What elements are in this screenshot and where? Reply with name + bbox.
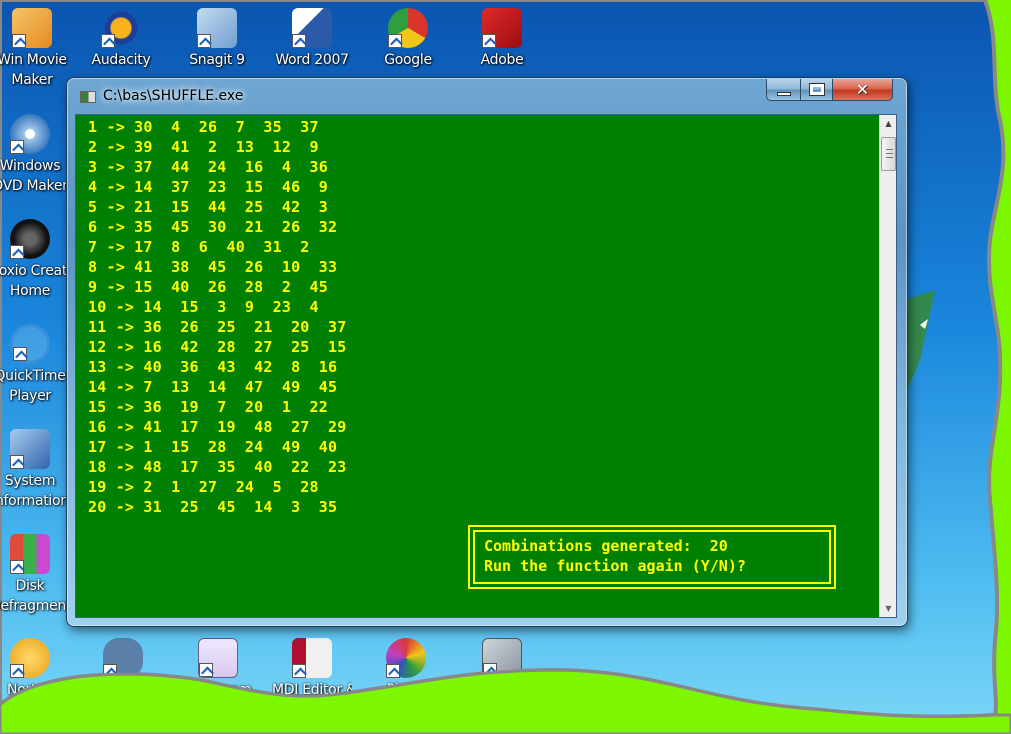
- desktop-icon-mdi-editor[interactable]: MDI Editor & Lotto WE: [272, 638, 352, 720]
- desktop-icon-system-information[interactable]: System Information: [0, 429, 70, 511]
- desktop-icon-disk-defragmenter[interactable]: Disk Defragmenter: [0, 534, 70, 616]
- combination-line: 17 -> 1 15 28 24 49 40: [88, 438, 338, 456]
- console-client-area: 1 -> 30 4 26 7 35 37 2 -> 39 41 2 13 12 9…: [75, 114, 897, 618]
- scroll-thumb[interactable]: [881, 137, 896, 171]
- minimize-button[interactable]: [766, 79, 801, 101]
- close-icon: ✕: [855, 80, 870, 99]
- dvd-maker-icon: [10, 114, 50, 154]
- desktop-icon-adobe[interactable]: Adobe: [462, 8, 542, 70]
- combination-line: 14 -> 7 13 14 47 49 45: [88, 378, 338, 396]
- combination-line: 18 -> 48 17 35 40 22 23: [88, 458, 347, 476]
- audacity-icon: [101, 8, 141, 48]
- mdi-editor-icon: [292, 638, 332, 678]
- window-title: C:\bas\SHUFFLE.exe: [103, 88, 244, 104]
- desktop-icon-quicktime[interactable]: QuickTime Player: [0, 324, 70, 406]
- combination-line: 10 -> 14 15 3 9 23 4: [88, 298, 319, 316]
- desktop-icon-photo-impression[interactable]: Photo Impression 5: [366, 638, 446, 720]
- movie-maker-icon: [12, 8, 52, 48]
- caption-buttons: ✕: [766, 79, 893, 103]
- vertical-scrollbar[interactable]: ▲ ▼: [879, 115, 896, 617]
- combination-line: 9 -> 15 40 26 28 2 45: [88, 278, 328, 296]
- desktop-icon-canon[interactable]: Canon: [462, 638, 542, 700]
- run-again-prompt: Run the function again (Y/N)?: [484, 557, 746, 575]
- combination-line: 4 -> 14 37 23 15 46 9: [88, 178, 328, 196]
- word-icon: [292, 8, 332, 48]
- close-button[interactable]: ✕: [833, 79, 893, 101]
- roxio-icon: [10, 219, 50, 259]
- combination-line: 11 -> 36 26 25 21 20 37: [88, 318, 347, 336]
- combination-line: 13 -> 40 36 43 42 8 16: [88, 358, 338, 376]
- photo-impression-icon: [386, 638, 426, 678]
- combination-line: 7 -> 17 8 6 40 31 2: [88, 238, 310, 256]
- chrome-icon: [388, 8, 428, 48]
- title-bar[interactable]: C:\bas\SHUFFLE.exe ✕: [67, 78, 907, 114]
- result-message-box: Combinations generated: 20 Run the funct…: [468, 525, 836, 589]
- desktop-icon-replacement[interactable]: Replacem: [178, 638, 258, 700]
- console-window: C:\bas\SHUFFLE.exe ✕ 1 -> 30 4 26 7 35 3…: [66, 77, 908, 627]
- scroll-up-arrow-icon[interactable]: ▲: [880, 115, 897, 132]
- desktop-icon-roxio-creator[interactable]: Roxio Creator Home: [0, 219, 70, 301]
- combination-line: 19 -> 2 1 27 24 5 28: [88, 478, 319, 496]
- combination-line: 1 -> 30 4 26 7 35 37: [88, 118, 319, 136]
- combination-line: 15 -> 36 19 7 20 1 22: [88, 398, 328, 416]
- combination-line: 6 -> 35 45 30 21 26 32: [88, 218, 338, 236]
- combination-line: 16 -> 41 17 19 48 27 29: [88, 418, 347, 436]
- snagit-icon: [197, 8, 237, 48]
- desktop-icon-google[interactable]: Google: [368, 8, 448, 70]
- desktop-icon-dishnetpc[interactable]: DishNetPc: [83, 638, 163, 700]
- canon-solution-icon: [482, 638, 522, 678]
- replacement-document-icon: [198, 638, 238, 678]
- desktop-icon-windows-dvd-maker[interactable]: Windows DVD Maker: [0, 114, 70, 196]
- console-app-icon: [80, 91, 96, 103]
- scroll-down-arrow-icon[interactable]: ▼: [880, 600, 897, 617]
- desktop-icon-snagit[interactable]: Snagit 9: [177, 8, 257, 70]
- quicktime-icon: [10, 324, 50, 364]
- desktop-icon-audacity[interactable]: Audacity: [81, 8, 161, 70]
- maximize-button[interactable]: [801, 79, 833, 101]
- combinations-generated-text: Combinations generated: 20: [484, 537, 728, 555]
- combination-line: 20 -> 31 25 45 14 3 35: [88, 498, 338, 516]
- combination-line: 3 -> 37 44 24 16 4 36: [88, 158, 328, 176]
- combination-line: 12 -> 16 42 28 27 25 15: [88, 338, 347, 356]
- norton-icon: [10, 638, 50, 678]
- desktop-icon-win-movie-maker[interactable]: Win Movie Maker: [0, 8, 72, 90]
- adobe-reader-icon: [482, 8, 522, 48]
- system-info-icon: [10, 429, 50, 469]
- maximize-icon: [808, 83, 825, 96]
- combination-line: 8 -> 41 38 45 26 10 33: [88, 258, 338, 276]
- dishnet-icon: [103, 638, 143, 678]
- desktop-icon-norton[interactable]: Norton: [0, 638, 70, 700]
- minimize-icon: [776, 91, 791, 96]
- console-output[interactable]: 1 -> 30 4 26 7 35 37 2 -> 39 41 2 13 12 9…: [76, 115, 880, 617]
- disk-defrag-icon: [10, 534, 50, 574]
- desktop-icon-word-2007[interactable]: Word 2007: [272, 8, 352, 70]
- combination-line: 2 -> 39 41 2 13 12 9: [88, 138, 319, 156]
- combination-line: 5 -> 21 15 44 25 42 3: [88, 198, 328, 216]
